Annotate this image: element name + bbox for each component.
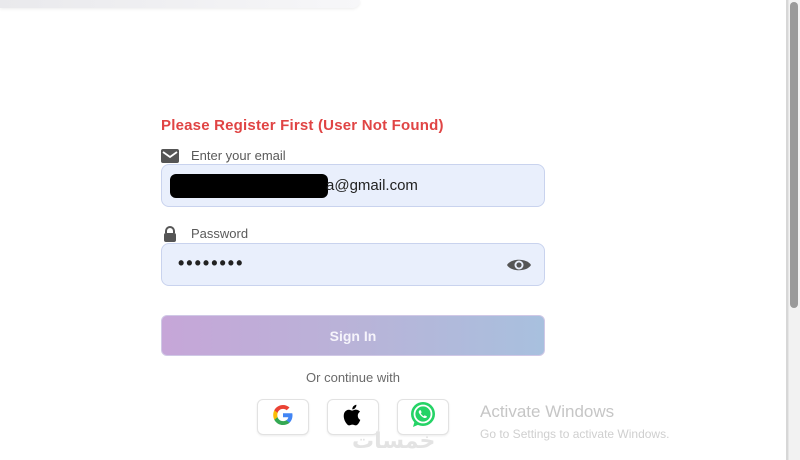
windows-activation-notice: Activate Windows Go to Settings to activ… <box>480 402 669 441</box>
email-value: a@gmail.com <box>326 177 418 194</box>
password-field[interactable]: •••••••• <box>161 243 545 286</box>
sign-in-button[interactable]: Sign In <box>161 315 545 356</box>
eye-icon[interactable] <box>506 256 532 274</box>
lock-icon <box>161 225 179 242</box>
or-continue-text: Or continue with <box>306 370 400 385</box>
google-login-button[interactable] <box>257 399 309 435</box>
redacted-email-part <box>170 174 328 198</box>
password-label: Password <box>191 226 249 241</box>
password-label-row: Password <box>161 225 249 242</box>
error-message: Please Register First (User Not Found) <box>161 117 444 134</box>
scrollbar[interactable] <box>788 0 800 460</box>
top-panel-edge <box>0 0 360 8</box>
password-value: •••••••• <box>178 253 245 273</box>
email-field[interactable]: a@gmail.com <box>161 164 545 207</box>
watermark: خمسات <box>352 428 436 453</box>
email-label-row: Enter your email <box>161 148 286 163</box>
google-icon <box>270 402 296 433</box>
email-label: Enter your email <box>191 148 286 163</box>
windows-activation-title: Activate Windows <box>480 402 615 421</box>
windows-activation-subtitle: Go to Settings to activate Windows. <box>480 427 670 441</box>
scrollbar-thumb[interactable] <box>790 2 798 308</box>
mail-icon <box>161 148 179 163</box>
